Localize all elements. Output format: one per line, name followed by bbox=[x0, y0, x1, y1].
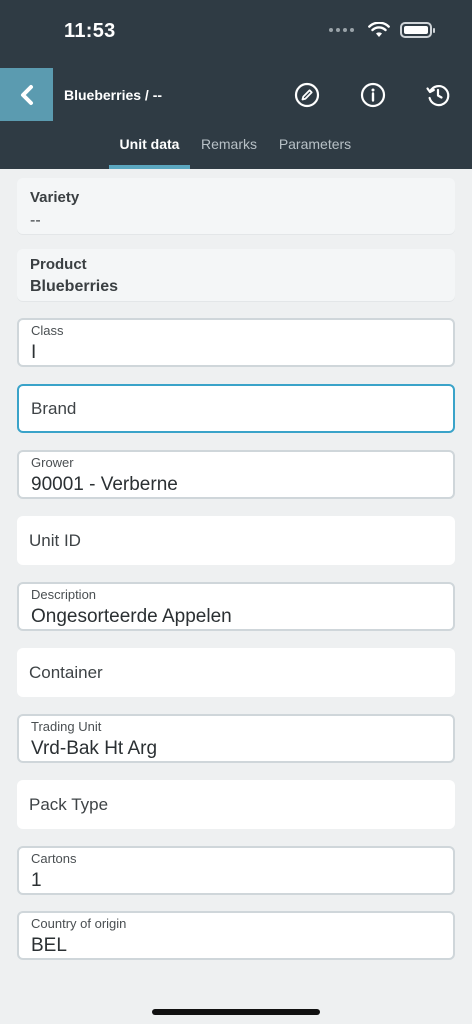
cartons-value: 1 bbox=[31, 870, 42, 891]
container-placeholder: Container bbox=[29, 662, 103, 682]
pack-type-input[interactable]: Pack Type bbox=[17, 780, 455, 829]
cartons-field[interactable]: Cartons 1 bbox=[17, 846, 455, 895]
app-header: 11:53 Blueberries / -- Unit data Remarks… bbox=[0, 0, 472, 169]
unit-id-input[interactable]: Unit ID bbox=[17, 516, 455, 565]
country-of-origin-field[interactable]: Country of origin BEL bbox=[17, 911, 455, 960]
active-tab-indicator bbox=[109, 165, 190, 169]
grower-value: 90001 - Verberne bbox=[31, 474, 178, 495]
container-input[interactable]: Container bbox=[17, 648, 455, 697]
page-title: Blueberries / -- bbox=[64, 87, 163, 103]
tab-label: Remarks bbox=[200, 136, 257, 152]
signal-icon bbox=[329, 28, 354, 32]
history-icon bbox=[426, 84, 450, 107]
status-time: 11:53 bbox=[64, 20, 116, 42]
tab-label: Parameters bbox=[278, 136, 352, 152]
variety-field: Variety -- bbox=[17, 178, 455, 234]
status-icons bbox=[329, 22, 435, 38]
description-value: Ongesorteerde Appelen bbox=[31, 606, 232, 627]
class-value: I bbox=[31, 342, 37, 363]
description-field[interactable]: Description Ongesorteerde Appelen bbox=[17, 582, 455, 631]
tab-remarks[interactable]: Remarks bbox=[196, 128, 262, 169]
chevron-left-icon bbox=[20, 84, 33, 105]
tab-unit-data[interactable]: Unit data bbox=[109, 128, 190, 169]
trading-unit-field[interactable]: Trading Unit Vrd-Bak Ht Arg bbox=[17, 714, 455, 763]
edit-button[interactable] bbox=[293, 81, 321, 109]
history-button[interactable] bbox=[424, 81, 452, 109]
description-label: Description bbox=[31, 587, 97, 602]
cartons-label: Cartons bbox=[31, 851, 77, 866]
back-button[interactable] bbox=[0, 68, 53, 121]
brand-placeholder: Brand bbox=[31, 398, 77, 418]
battery-icon bbox=[400, 22, 435, 38]
tab-parameters[interactable]: Parameters bbox=[274, 128, 356, 169]
pack-type-placeholder: Pack Type bbox=[29, 794, 109, 814]
tab-bar: Unit data Remarks Parameters bbox=[0, 128, 472, 169]
grower-field[interactable]: Grower 90001 - Verberne bbox=[17, 450, 455, 499]
class-label: Class bbox=[31, 323, 64, 338]
trading-unit-label: Trading Unit bbox=[31, 719, 102, 734]
tab-label: Unit data bbox=[119, 136, 180, 152]
pencil-circle-icon bbox=[294, 82, 320, 108]
brand-input[interactable]: Brand bbox=[17, 384, 455, 433]
country-of-origin-value: BEL bbox=[31, 935, 67, 956]
trading-unit-value: Vrd-Bak Ht Arg bbox=[31, 738, 158, 759]
grower-label: Grower bbox=[31, 455, 74, 470]
product-value: Blueberries bbox=[30, 278, 119, 295]
variety-value: -- bbox=[30, 212, 41, 229]
wifi-icon bbox=[368, 22, 390, 37]
info-circle-icon bbox=[360, 82, 386, 108]
class-field[interactable]: Class I bbox=[17, 318, 455, 367]
info-button[interactable] bbox=[359, 81, 387, 109]
product-label: Product bbox=[30, 256, 87, 273]
country-of-origin-label: Country of origin bbox=[31, 916, 127, 931]
unit-id-placeholder: Unit ID bbox=[29, 530, 81, 550]
home-indicator[interactable] bbox=[152, 1009, 320, 1015]
product-field: Product Blueberries bbox=[17, 249, 455, 301]
variety-label: Variety bbox=[30, 189, 80, 206]
